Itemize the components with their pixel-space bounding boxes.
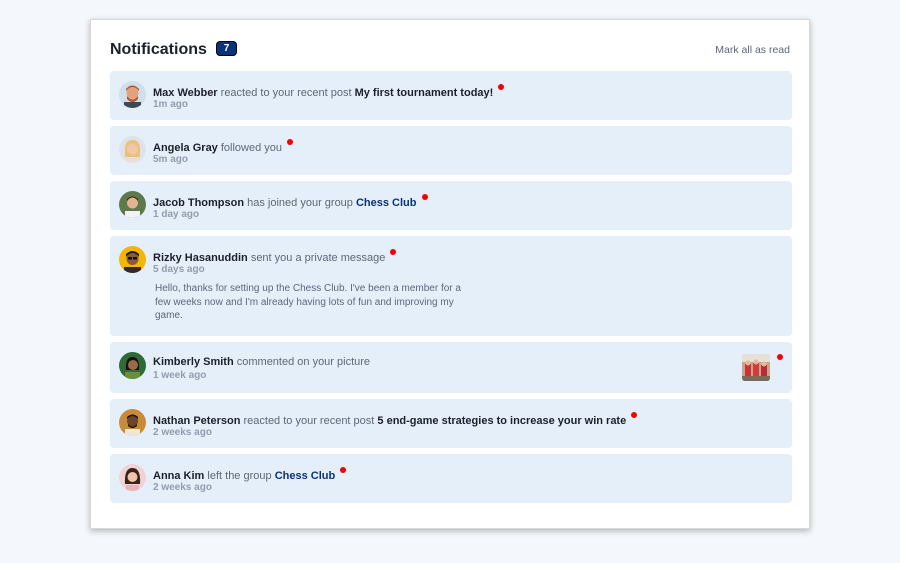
post-link[interactable]: 5 end-game strategies to increase your w… [377, 415, 626, 427]
notification-text: Angela Gray followed you [153, 139, 294, 155]
user-name-link[interactable]: Angela Gray [153, 142, 218, 154]
mark-all-read-button[interactable]: Mark all as read [715, 43, 790, 57]
notification-action: reacted to your recent post [243, 415, 375, 427]
notification-item[interactable]: Max Webber reacted to your recent post M… [110, 71, 792, 120]
notification-text: Kimberly Smith commented on your picture [153, 355, 370, 369]
unread-dot [777, 354, 783, 360]
page-title: Notifications [110, 41, 207, 58]
user-name-link[interactable]: Nathan Peterson [153, 415, 240, 427]
unread-dot [287, 139, 294, 145]
avatar[interactable] [119, 246, 146, 273]
avatar[interactable] [119, 409, 146, 436]
avatar[interactable] [119, 191, 146, 218]
notification-list: Max Webber reacted to your recent post M… [110, 71, 792, 509]
unread-count-badge: 7 [216, 41, 237, 56]
unread-dot [498, 84, 505, 90]
notification-time: 1 day ago [153, 209, 200, 220]
notification-text: Max Webber reacted to your recent post M… [153, 84, 505, 100]
notification-action: has joined your group [247, 197, 353, 209]
avatar[interactable] [119, 81, 146, 108]
commented-picture[interactable] [742, 354, 770, 381]
notification-time: 5m ago [153, 154, 189, 165]
notification-text: Jacob Thompson has joined your group Che… [153, 194, 428, 210]
avatar[interactable] [119, 464, 146, 491]
notification-item[interactable]: Nathan Peterson reacted to your recent p… [110, 399, 792, 448]
notification-time: 5 days ago [153, 264, 205, 275]
user-name-link[interactable]: Jacob Thompson [153, 197, 244, 209]
notification-time: 1 week ago [153, 370, 207, 381]
post-link[interactable]: My first tournament today! [355, 87, 494, 99]
notification-action: left the group [207, 470, 272, 482]
notification-text: Anna Kim left the group Chess Club [153, 467, 347, 483]
avatar[interactable] [119, 136, 146, 163]
unread-dot [631, 412, 638, 418]
notifications-header: Notifications 7 Mark all as read [110, 40, 790, 60]
avatar[interactable] [119, 352, 146, 379]
notification-item[interactable]: Anna Kim left the group Chess Club 2 wee… [110, 454, 792, 503]
notification-item[interactable]: Kimberly Smith commented on your picture… [110, 342, 792, 393]
user-name-link[interactable]: Rizky Hasanuddin [153, 252, 248, 264]
notification-text: Rizky Hasanuddin sent you a private mess… [153, 249, 397, 265]
notification-time: 1m ago [153, 99, 189, 110]
notification-item[interactable]: Angela Gray followed you 5m ago [110, 126, 792, 175]
unread-dot [421, 194, 428, 200]
notification-action: commented on your picture [236, 356, 371, 368]
notifications-card: Notifications 7 Mark all as read Max Web… [90, 19, 810, 529]
notification-text: Nathan Peterson reacted to your recent p… [153, 412, 638, 428]
unread-dot [340, 467, 347, 473]
user-name-link[interactable]: Anna Kim [153, 470, 204, 482]
group-link[interactable]: Chess Club [356, 197, 417, 209]
notification-time: 2 weeks ago [153, 427, 212, 438]
notification-action: sent you a private message [250, 252, 386, 264]
notification-item[interactable]: Jacob Thompson has joined your group Che… [110, 181, 792, 230]
user-name-link[interactable]: Kimberly Smith [153, 356, 234, 368]
group-link[interactable]: Chess Club [275, 470, 336, 482]
private-message[interactable]: Hello, thanks for setting up the Chess C… [155, 282, 475, 323]
user-name-link[interactable]: Max Webber [153, 87, 218, 99]
unread-dot [390, 249, 397, 255]
notification-action: reacted to your recent post [220, 87, 352, 99]
notification-item[interactable]: Rizky Hasanuddin sent you a private mess… [110, 236, 792, 336]
notification-action: followed you [220, 142, 283, 154]
notification-time: 2 weeks ago [153, 482, 212, 493]
